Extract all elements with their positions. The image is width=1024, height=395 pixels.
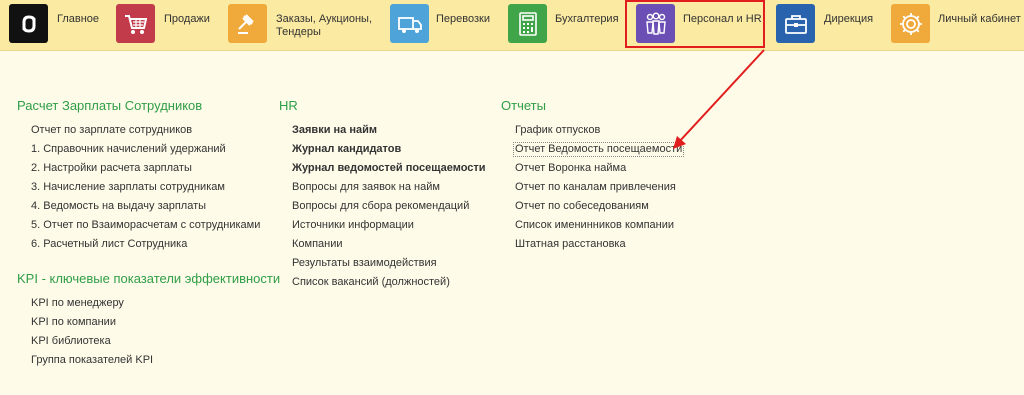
hr-link-companies[interactable]: Компании bbox=[292, 238, 343, 251]
nav-label-accounting: Бухгалтерия bbox=[555, 13, 619, 25]
cart-icon bbox=[116, 4, 155, 43]
nav-label-orders-line2: Тендеры bbox=[276, 26, 321, 38]
hr-link-hiring-questions[interactable]: Вопросы для заявок на найм bbox=[292, 181, 440, 194]
nav-item-main[interactable]: Главное bbox=[0, 0, 110, 51]
hr-link-hiring-requests[interactable]: Заявки на найм bbox=[292, 124, 377, 137]
kpi-link-group[interactable]: Группа показателей KPI bbox=[31, 354, 153, 367]
truck-icon bbox=[390, 4, 429, 43]
calculator-icon bbox=[508, 4, 547, 43]
payroll-link-deductions[interactable]: 1. Справочник начислений удержаний bbox=[31, 143, 226, 156]
nav-label-main: Главное bbox=[57, 13, 100, 25]
reports-link-channels[interactable]: Отчет по каналам привлечения bbox=[515, 181, 676, 194]
gear-icon bbox=[891, 4, 930, 43]
hr-link-referral-questions[interactable]: Вопросы для сбора рекомендаций bbox=[292, 200, 469, 213]
section-title-hr: HR bbox=[279, 98, 298, 113]
nav-item-directorate[interactable]: Дирекция bbox=[772, 0, 887, 51]
nav-label-directorate: Дирекция bbox=[824, 13, 874, 25]
kpi-link-manager[interactable]: KPI по менеджеру bbox=[31, 297, 124, 310]
payroll-link-report[interactable]: Отчет по зарплате сотрудников bbox=[31, 124, 192, 137]
payroll-link-payslip[interactable]: 6. Расчетный лист Сотрудника bbox=[31, 238, 187, 251]
section-title-reports: Отчеты bbox=[501, 98, 546, 113]
reports-link-hiring-funnel[interactable]: Отчет Воронка найма bbox=[515, 162, 626, 175]
top-nav-bar: Главное Продажи Заказы, Аукционы, Тендер… bbox=[0, 0, 1024, 51]
hr-link-info-sources[interactable]: Источники информации bbox=[292, 219, 414, 232]
nav-item-orders[interactable]: Заказы, Аукционы, Тендеры bbox=[222, 0, 382, 51]
reports-link-birthdays[interactable]: Список именинников компании bbox=[515, 219, 674, 232]
reports-link-staffing[interactable]: Штатная расстановка bbox=[515, 238, 626, 251]
nav-label-personal-account: Личный кабинет bbox=[938, 13, 1021, 25]
annotation-arrow bbox=[673, 49, 765, 149]
reports-link-attendance[interactable]: Отчет Ведомость посещаемости bbox=[513, 142, 685, 157]
nav-item-accounting[interactable]: Бухгалтерия bbox=[505, 0, 623, 51]
briefcase-icon bbox=[776, 4, 815, 43]
nav-label-sales: Продажи bbox=[164, 13, 210, 25]
nav-item-personal-account[interactable]: Личный кабинет bbox=[888, 0, 1024, 51]
hr-link-attendance-journal[interactable]: Журнал ведомостей посещаемости bbox=[292, 162, 486, 175]
reports-link-interviews[interactable]: Отчет по собеседованиям bbox=[515, 200, 649, 213]
kpi-link-library[interactable]: KPI библиотека bbox=[31, 335, 111, 348]
payroll-link-settings[interactable]: 2. Настройки расчета зарплаты bbox=[31, 162, 192, 175]
payroll-link-accrual[interactable]: 3. Начисление зарплаты сотрудникам bbox=[31, 181, 225, 194]
section-title-payroll: Расчет Зарплаты Сотрудников bbox=[17, 98, 203, 113]
payroll-link-settlements[interactable]: 5. Отчет по Взаиморасчетам с сотрудникам… bbox=[31, 219, 260, 232]
kpi-link-company[interactable]: KPI по компании bbox=[31, 316, 116, 329]
nav-item-sales[interactable]: Продажи bbox=[110, 0, 220, 51]
section-title-kpi: KPI - ключевые показатели эффективности bbox=[17, 271, 281, 286]
gavel-icon bbox=[228, 4, 267, 43]
hr-link-candidates-journal[interactable]: Журнал кандидатов bbox=[292, 143, 401, 156]
reports-link-vacation-schedule[interactable]: График отпусков bbox=[515, 124, 600, 137]
payroll-link-statement[interactable]: 4. Ведомость на выдачу зарплаты bbox=[31, 200, 206, 213]
hr-link-vacancies[interactable]: Список вакансий (должностей) bbox=[292, 276, 450, 289]
highlight-box bbox=[625, 0, 765, 48]
logo-icon bbox=[9, 4, 48, 43]
hr-link-interaction-results[interactable]: Результаты взаимодействия bbox=[292, 257, 437, 270]
nav-label-orders: Заказы, Аукционы, bbox=[276, 13, 372, 25]
nav-label-transport: Перевозки bbox=[436, 13, 490, 25]
nav-item-transport[interactable]: Перевозки bbox=[386, 0, 504, 51]
